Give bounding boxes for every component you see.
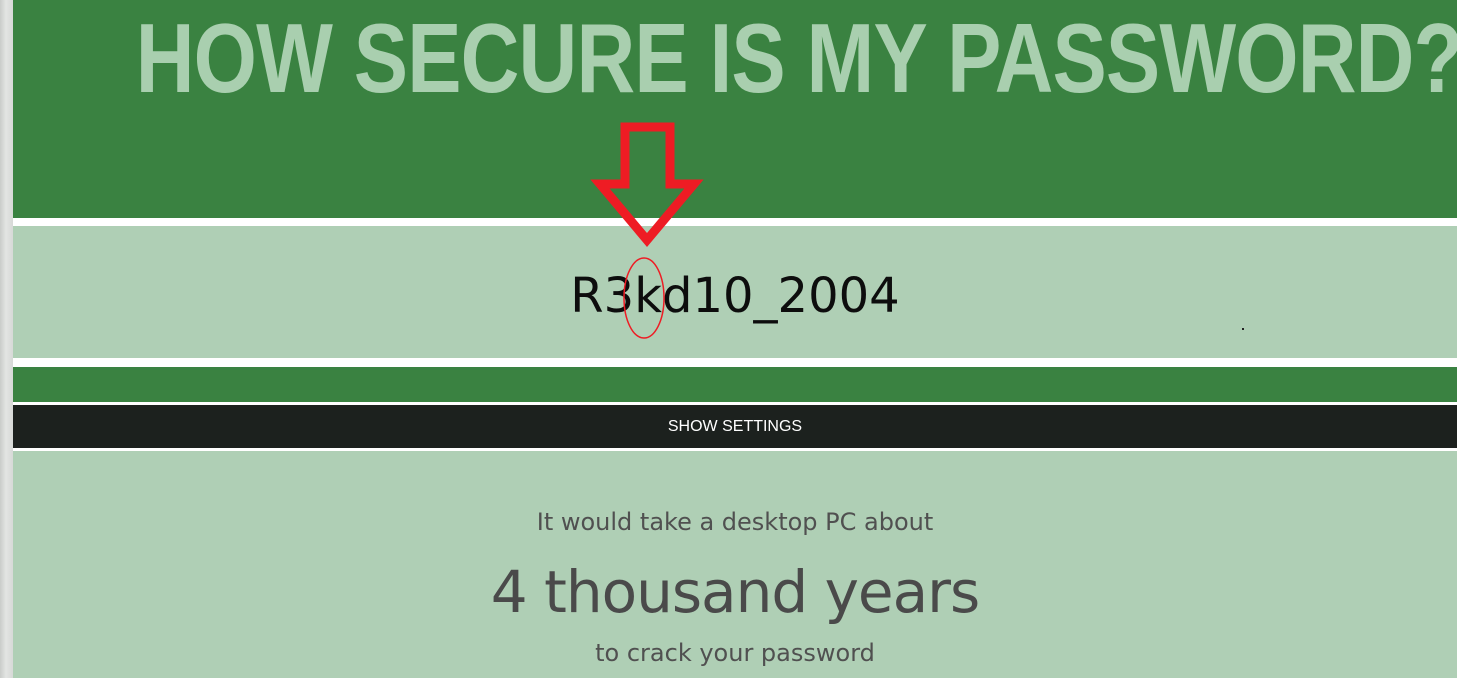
header-divider <box>13 218 1457 226</box>
strength-band <box>13 367 1457 402</box>
settings-divider-bottom <box>13 448 1457 451</box>
page-title: HOW SECURE IS MY PASSWORD? <box>135 3 1457 113</box>
result-outro: to crack your password <box>595 639 875 667</box>
crack-time-value: 4 thousand years <box>490 558 980 626</box>
password-input[interactable]: R3kd10_2004 <box>13 264 1457 328</box>
result-intro: It would take a desktop PC about <box>536 508 934 536</box>
password-divider <box>13 358 1457 367</box>
password-checker-page: HOW SECURE IS MY PASSWORD? R3kd10_2004 S… <box>13 0 1457 678</box>
header-banner: HOW SECURE IS MY PASSWORD? <box>13 0 1457 218</box>
show-settings-button[interactable]: SHOW SETTINGS <box>13 405 1457 448</box>
stray-dot <box>1242 328 1244 330</box>
